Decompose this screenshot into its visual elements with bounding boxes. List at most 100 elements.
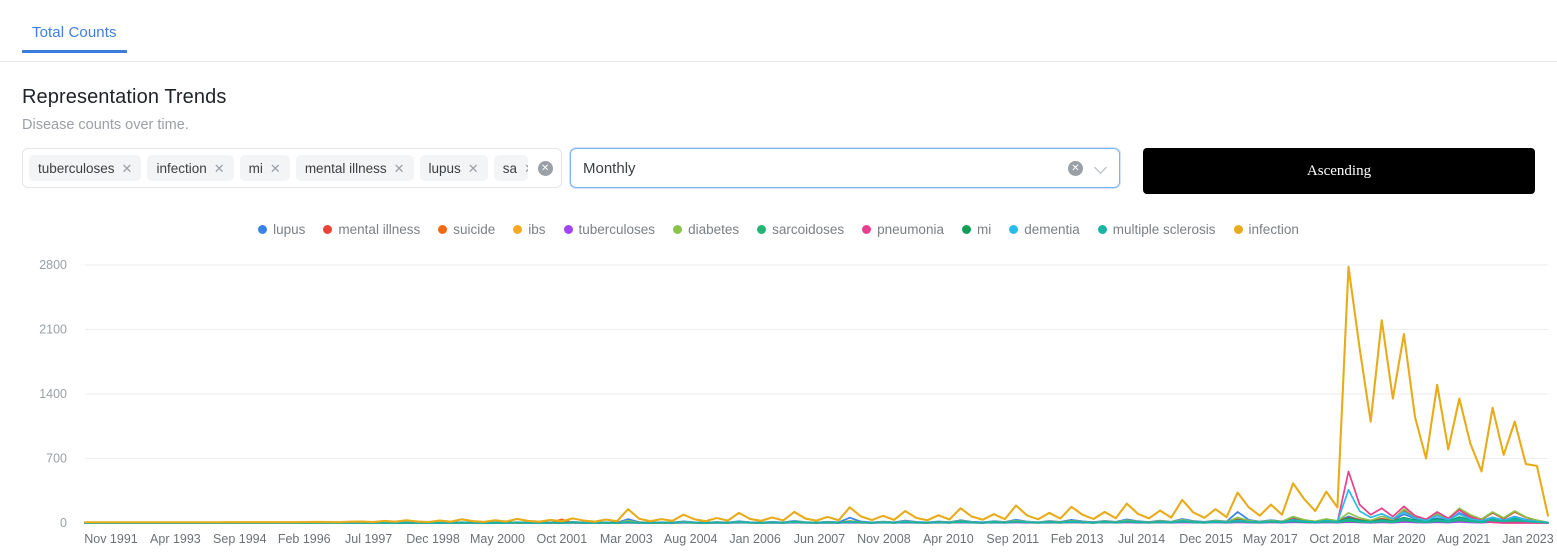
close-icon[interactable]: ✕ <box>394 162 405 175</box>
x-axis-tick-label: Jul 1997 <box>345 532 392 546</box>
x-axis-tick-label: Feb 1996 <box>278 532 331 546</box>
chart-legend: lupus mental illness suicide ibs tuberculose… <box>0 222 1557 237</box>
tab-total-counts-label: Total Counts <box>32 24 117 41</box>
x-axis-tick-label: Jan 2006 <box>729 532 780 546</box>
page-title: Representation Trends <box>22 86 226 109</box>
legend-item-infection[interactable]: infection <box>1234 222 1299 237</box>
legend-item-lupus[interactable]: lupus <box>258 222 305 237</box>
legend-item-suicide[interactable]: suicide <box>438 222 495 237</box>
legend-color-dot <box>513 225 522 234</box>
legend-color-dot <box>564 225 573 234</box>
legend-item-sarcoidoses[interactable]: sarcoidoses <box>757 222 844 237</box>
chip-label: lupus <box>429 161 461 176</box>
legend-color-dot <box>862 225 871 234</box>
x-axis-tick-label: Jul 2014 <box>1118 532 1165 546</box>
chip-mental-illness[interactable]: mental illness ✕ <box>296 155 414 181</box>
legend-item-label: sarcoidoses <box>772 222 844 237</box>
legend-item-label: tuberculoses <box>579 222 656 237</box>
legend-item-tuberculoses[interactable]: tuberculoses <box>564 222 656 237</box>
close-icon[interactable]: ✕ <box>468 162 479 175</box>
x-axis-tick-label: Nov 1991 <box>84 532 138 546</box>
x-axis-tick-label: Apr 2010 <box>923 532 974 546</box>
legend-color-dot <box>323 225 332 234</box>
legend-item-label: mental illness <box>338 222 420 237</box>
x-axis-tick-label: May 2000 <box>470 532 525 546</box>
chart-container: 0700140021002800Nov 1991Apr 1993Sep 1994… <box>0 248 1557 560</box>
chevron-down-icon[interactable] <box>1095 162 1107 174</box>
x-axis-tick-label: Sep 1994 <box>213 532 267 546</box>
multiselect-actions: ✕ <box>534 161 562 176</box>
sort-order-label: Ascending <box>1307 163 1371 180</box>
legend-item-mi[interactable]: mi <box>962 222 991 237</box>
chip-tuberculoses[interactable]: tuberculoses ✕ <box>29 155 141 181</box>
chip-label: infection <box>156 161 206 176</box>
chip-infection[interactable]: infection ✕ <box>147 155 233 181</box>
legend-item-label: suicide <box>453 222 495 237</box>
legend-item-label: multiple sclerosis <box>1113 222 1216 237</box>
representation-trends-page: Total Counts Representation Trends Disea… <box>0 0 1557 560</box>
chip-sa[interactable]: sa ✕ <box>494 155 528 181</box>
legend-color-dot <box>673 225 682 234</box>
x-axis-tick-label: Jan 2023 <box>1502 532 1553 546</box>
page-subtitle: Disease counts over time. <box>22 117 189 133</box>
x-axis-tick-label: Aug 2004 <box>664 532 718 546</box>
frequency-select-actions: ✕ <box>1068 161 1107 176</box>
close-icon[interactable]: ✕ <box>524 162 528 175</box>
controls-row: tuberculoses ✕ infection ✕ mi ✕ mental i… <box>0 148 1557 194</box>
legend-color-dot <box>1234 225 1243 234</box>
disease-multiselect[interactable]: tuberculoses ✕ infection ✕ mi ✕ mental i… <box>22 148 562 188</box>
x-axis-tick-label: Oct 2018 <box>1309 532 1360 546</box>
x-axis-tick-label: Feb 2013 <box>1051 532 1104 546</box>
legend-item-label: mi <box>977 222 991 237</box>
x-axis-tick-label: Nov 2008 <box>857 532 911 546</box>
legend-item-ibs[interactable]: ibs <box>513 222 545 237</box>
chip-mi[interactable]: mi ✕ <box>240 155 290 181</box>
x-axis-tick-label: Mar 2020 <box>1373 532 1426 546</box>
legend-color-dot <box>1009 225 1018 234</box>
close-icon[interactable]: ✕ <box>122 162 133 175</box>
legend-item-label: dementia <box>1024 222 1080 237</box>
tab-bar: Total Counts <box>0 20 1557 62</box>
close-icon[interactable]: ✕ <box>270 162 281 175</box>
legend-item-multiple-sclerosis[interactable]: multiple sclerosis <box>1098 222 1216 237</box>
legend-item-label: diabetes <box>688 222 739 237</box>
legend-item-pneumonia[interactable]: pneumonia <box>862 222 944 237</box>
chip-lupus[interactable]: lupus ✕ <box>420 155 488 181</box>
x-axis-tick-label: Sep 2011 <box>986 532 1039 546</box>
x-axis-tick-label: Dec 1998 <box>406 532 460 546</box>
legend-color-dot <box>438 225 447 234</box>
chip-label: mental illness <box>305 161 387 176</box>
x-axis-tick-label: May 2017 <box>1243 532 1298 546</box>
chip-label: tuberculoses <box>38 161 115 176</box>
x-axis-tick-label: Apr 1993 <box>150 532 201 546</box>
y-axis-tick-label: 0 <box>60 516 67 530</box>
chip-label: mi <box>249 161 263 176</box>
close-icon[interactable]: ✕ <box>214 162 225 175</box>
legend-color-dot <box>757 225 766 234</box>
x-axis-tick-label: Aug 2021 <box>1437 532 1491 546</box>
legend-item-label: ibs <box>528 222 545 237</box>
legend-color-dot <box>258 225 267 234</box>
legend-item-mental-illness[interactable]: mental illness <box>323 222 420 237</box>
clear-circle-icon[interactable]: ✕ <box>538 161 553 176</box>
y-axis-tick-label: 1400 <box>39 387 67 401</box>
y-axis-tick-label: 700 <box>46 452 67 466</box>
x-axis-tick-label: Dec 2015 <box>1179 532 1233 546</box>
series-line-pneumonia <box>85 471 1548 523</box>
tab-total-counts[interactable]: Total Counts <box>22 20 127 53</box>
legend-item-label: lupus <box>273 222 305 237</box>
legend-item-dementia[interactable]: dementia <box>1009 222 1080 237</box>
series-line-infection <box>85 267 1548 522</box>
x-axis-tick-label: Mar 2003 <box>600 532 653 546</box>
legend-color-dot <box>962 225 971 234</box>
frequency-select[interactable]: Monthly ✕ <box>570 148 1120 188</box>
legend-item-diabetes[interactable]: diabetes <box>673 222 739 237</box>
legend-item-label: pneumonia <box>877 222 944 237</box>
clear-circle-icon[interactable]: ✕ <box>1068 161 1083 176</box>
representation-trends-line-chart: 0700140021002800Nov 1991Apr 1993Sep 1994… <box>0 248 1557 560</box>
x-axis-tick-label: Jun 2007 <box>794 532 845 546</box>
chip-label: sa <box>503 161 517 176</box>
legend-item-label: infection <box>1249 222 1299 237</box>
sort-order-button[interactable]: Ascending <box>1143 148 1535 194</box>
y-axis-tick-label: 2100 <box>39 323 67 337</box>
